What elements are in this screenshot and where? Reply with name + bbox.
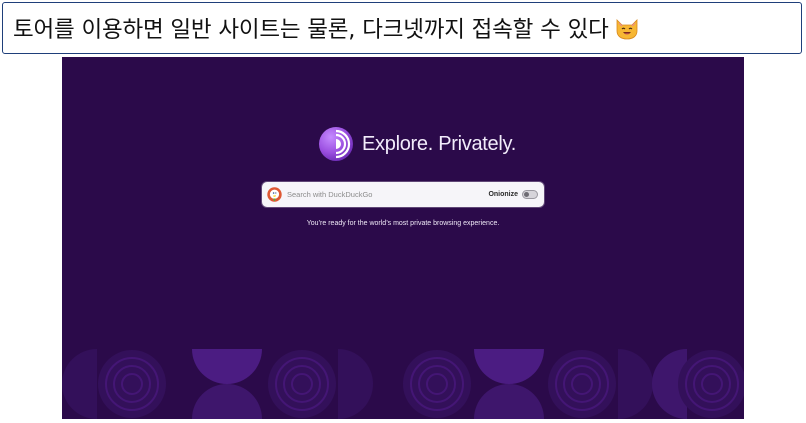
- onionize-toggle[interactable]: [522, 190, 538, 199]
- tor-browser-new-tab: Explore. Privately. Onionize You’re read…: [62, 57, 744, 419]
- search-bar[interactable]: Onionize: [262, 182, 544, 207]
- toggle-knob: [524, 192, 529, 197]
- subtitle: You’re ready for the world’s most privat…: [306, 220, 500, 227]
- pattern-tile-4: [548, 349, 744, 419]
- hero: Explore. Privately.: [318, 126, 516, 162]
- tagline: Explore. Privately.: [362, 132, 516, 155]
- smiling-cat-icon: [614, 16, 640, 40]
- decorative-pattern: [62, 349, 744, 419]
- pattern-tile-3: [403, 349, 544, 419]
- caption-banner: 토어를 이용하면 일반 사이트는 물론, 다크넷까지 접속할 수 있다: [2, 2, 802, 54]
- tor-browser-logo-icon: [318, 126, 354, 162]
- caption-text: 토어를 이용하면 일반 사이트는 물론, 다크넷까지 접속할 수 있다: [13, 17, 609, 43]
- search-input[interactable]: [287, 186, 489, 203]
- pattern-tile-2: [192, 349, 373, 419]
- duckduckgo-icon: [267, 187, 282, 202]
- pattern-tile-1: [62, 349, 166, 419]
- onionize-label: Onionize: [488, 191, 518, 198]
